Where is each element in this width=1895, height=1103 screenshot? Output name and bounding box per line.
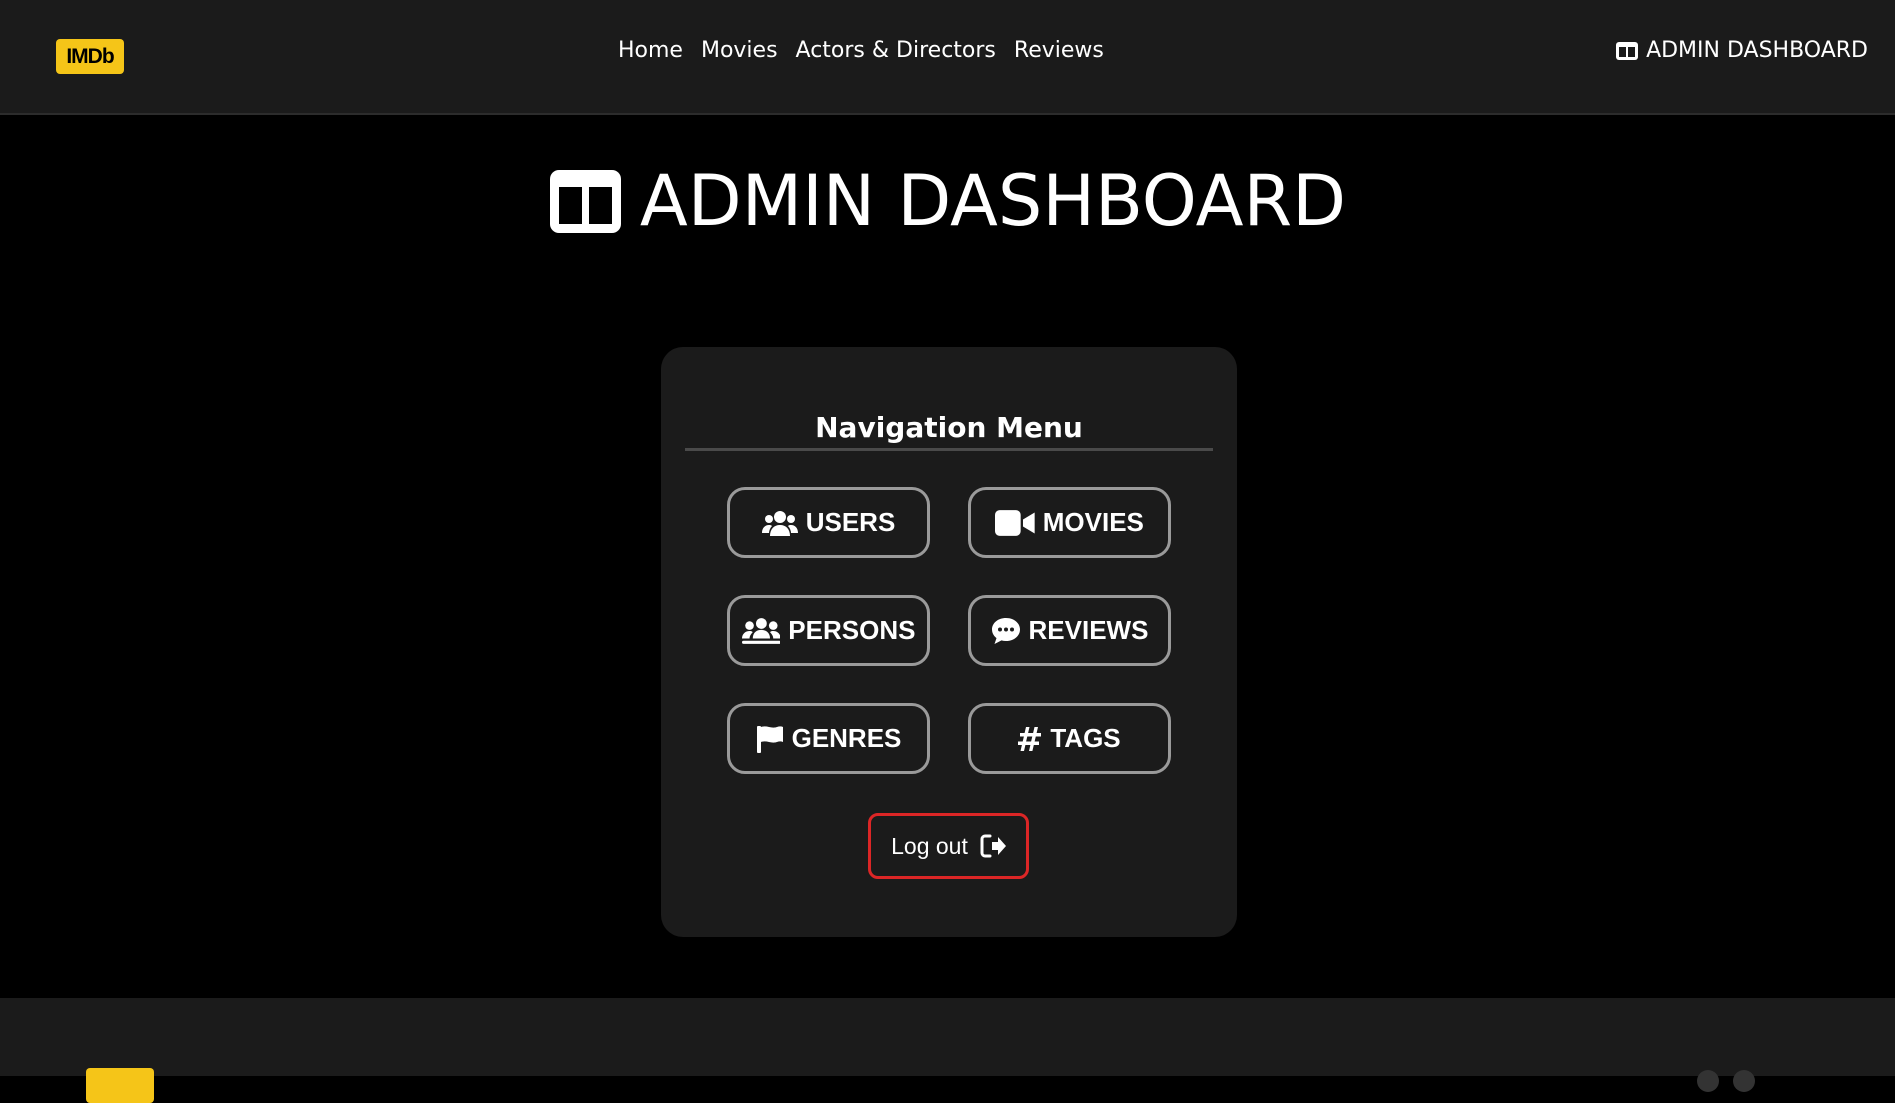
- flag-icon: [756, 725, 783, 753]
- top-navbar: IMDb Home Movies Actors & Directors Revi…: [0, 0, 1895, 115]
- social-icon[interactable]: [1697, 1070, 1719, 1092]
- page-title: ADMIN DASHBOARD: [0, 160, 1895, 242]
- genres-button[interactable]: GENRES: [727, 703, 930, 774]
- nav-link-movies[interactable]: Movies: [701, 38, 778, 63]
- genres-button-label: GENRES: [791, 723, 902, 753]
- social-icon[interactable]: [1733, 1070, 1755, 1092]
- navigation-button-grid: USERS MOVIES PERSONS REVIEWS GENRES TAGS: [727, 487, 1171, 774]
- persons-button[interactable]: PERSONS: [727, 595, 930, 666]
- main-nav: Home Movies Actors & Directors Reviews: [618, 38, 1104, 63]
- footer-imdb-logo[interactable]: [86, 1068, 154, 1103]
- footer: [0, 998, 1895, 1103]
- page-title-text: ADMIN DASHBOARD: [639, 160, 1347, 242]
- movies-button-label: MOVIES: [1042, 507, 1144, 537]
- video-camera-icon: [995, 509, 1035, 536]
- tags-button[interactable]: TAGS: [968, 703, 1171, 774]
- nav-link-home[interactable]: Home: [618, 38, 683, 63]
- admin-dashboard-link-label: ADMIN DASHBOARD: [1646, 38, 1868, 63]
- columns-icon: [549, 169, 621, 233]
- reviews-button[interactable]: REVIEWS: [968, 595, 1171, 666]
- navigation-menu-heading: Navigation Menu: [685, 411, 1213, 451]
- footer-social-links: [1697, 1070, 1755, 1092]
- nav-link-reviews[interactable]: Reviews: [1014, 38, 1104, 63]
- nav-link-actors-directors[interactable]: Actors & Directors: [796, 38, 996, 63]
- users-button[interactable]: USERS: [727, 487, 930, 558]
- columns-icon: [1616, 41, 1639, 60]
- logout-button[interactable]: Log out: [868, 813, 1029, 879]
- navigation-menu-card: Navigation Menu USERS MOVIES PERSONS REV…: [661, 347, 1237, 937]
- logout-button-label: Log out: [891, 832, 968, 859]
- reviews-button-label: REVIEWS: [1028, 615, 1149, 645]
- sign-out-icon: [980, 834, 1006, 858]
- admin-dashboard-link[interactable]: ADMIN DASHBOARD: [1615, 38, 1868, 63]
- imdb-logo[interactable]: IMDb: [56, 39, 124, 74]
- movies-button[interactable]: MOVIES: [968, 487, 1171, 558]
- users-icon: [761, 510, 798, 536]
- hashtag-icon: [1018, 726, 1042, 751]
- comment-icon: [991, 617, 1020, 644]
- users-button-label: USERS: [805, 507, 896, 537]
- persons-button-label: PERSONS: [788, 615, 916, 645]
- tags-button-label: TAGS: [1050, 723, 1121, 753]
- people-group-icon: [741, 617, 781, 644]
